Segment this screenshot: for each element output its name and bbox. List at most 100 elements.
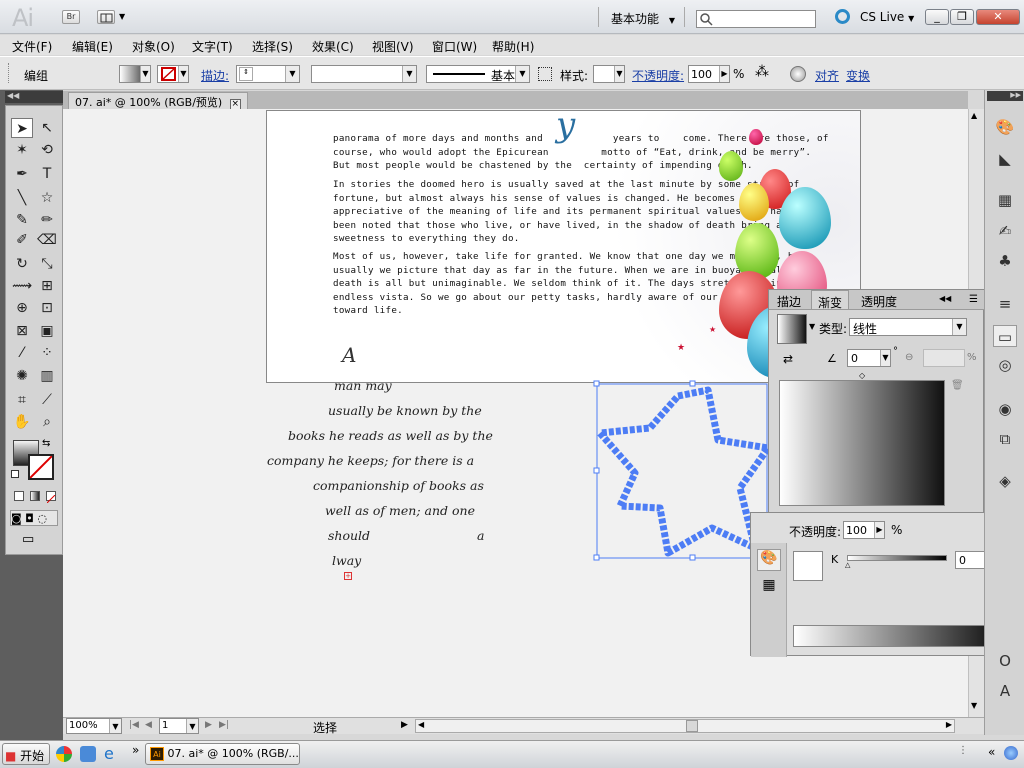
more-quicklaunch-icon[interactable]: »	[132, 743, 139, 757]
live-paint-tool-icon[interactable]: ⊡	[36, 298, 58, 318]
menu-object[interactable]: 对象(O)	[132, 38, 175, 55]
fill-color-box[interactable]	[793, 551, 823, 581]
star-tool-icon[interactable]: ☆	[36, 188, 58, 208]
gradient-icon[interactable]: ▭	[993, 325, 1017, 347]
blob-brush-tool-icon[interactable]: ✐	[11, 230, 33, 250]
first-artboard-icon[interactable]: |◀	[129, 720, 139, 730]
graphic-styles-icon[interactable]: ⧉	[993, 428, 1017, 450]
angle-input[interactable]: 0 ▼	[847, 349, 891, 367]
opacity-input[interactable]: 100 ▶	[688, 65, 730, 83]
eraser-tool-icon[interactable]: ⌫	[36, 230, 58, 250]
tab-stroke[interactable]: 描边	[771, 290, 807, 309]
opentype-icon[interactable]: O	[993, 650, 1017, 672]
screen-mode-icon[interactable]: ▭	[22, 532, 46, 548]
menu-effect[interactable]: 效果(C)	[312, 38, 354, 55]
help-search-input[interactable]	[696, 10, 816, 28]
lasso-tool-icon[interactable]: ⟲	[36, 140, 58, 160]
scroll-up-icon[interactable]: ▲	[971, 111, 977, 120]
cs-live-button[interactable]: CS Live ▼	[860, 10, 914, 24]
menu-window[interactable]: 窗口(W)	[432, 38, 477, 55]
recolor-artwork-icon[interactable]: ⁂	[755, 64, 779, 84]
symbols-icon[interactable]: ♣	[993, 250, 1017, 272]
symbol-options-icon[interactable]	[538, 67, 552, 81]
variable-width-profile[interactable]: ▼	[311, 65, 417, 83]
document-setup-icon[interactable]	[790, 66, 806, 82]
graphic-style-swatch[interactable]: ▼	[593, 65, 625, 83]
menu-edit[interactable]: 编辑(E)	[72, 38, 113, 55]
rotate-tool-icon[interactable]: ↻	[11, 254, 33, 274]
chevron-down-icon[interactable]: ▼	[809, 322, 815, 331]
start-button[interactable]: ■ 开始	[2, 743, 50, 765]
swatches-panel-icon[interactable]: ▦	[757, 577, 781, 597]
scroll-right-icon[interactable]: ▶	[946, 720, 952, 729]
collapse-panel-icon[interactable]: ◀◀	[939, 294, 951, 303]
brush-definition[interactable]: 基本 ▼	[426, 65, 530, 83]
menu-type[interactable]: 文字(T)	[192, 38, 233, 55]
menu-file[interactable]: 文件(F)	[12, 38, 52, 55]
arrange-dropdown-icon[interactable]: ▼	[119, 12, 125, 21]
eyedropper-tool-icon[interactable]: ⁄	[11, 343, 33, 363]
gradient-tool-icon[interactable]: ▣	[36, 321, 58, 341]
appearance-icon[interactable]: ◉	[993, 398, 1017, 420]
tray-network-icon[interactable]	[1004, 746, 1018, 760]
stroke-swatch[interactable]: ▼	[157, 65, 189, 83]
internet-explorer-icon[interactable]: e	[104, 744, 114, 763]
stroke-weight-input[interactable]: ⇕ ▼	[236, 65, 300, 83]
restore-button[interactable]: ❐	[950, 9, 974, 25]
horizontal-scrollbar[interactable]: ◀ ▶	[415, 719, 955, 733]
default-colors-icon[interactable]	[11, 470, 19, 478]
color-guide-icon[interactable]: ◣	[993, 148, 1017, 170]
direct-selection-tool-icon[interactable]: ↖	[36, 118, 58, 138]
graph-tool-icon[interactable]: ▥	[36, 366, 58, 386]
magic-wand-tool-icon[interactable]: ✶	[11, 140, 33, 160]
previous-artboard-icon[interactable]: ◀	[145, 720, 152, 730]
color-panel-icon[interactable]: 🎨	[757, 549, 781, 571]
transform-link[interactable]: 变换	[846, 67, 870, 84]
brushes-icon[interactable]: ✍	[993, 220, 1017, 242]
paintbrush-tool-icon[interactable]: ✎	[11, 210, 33, 230]
tab-transparency[interactable]: 透明度	[855, 290, 903, 309]
mesh-tool-icon[interactable]: ⊠	[11, 321, 33, 341]
free-transform-tool-icon[interactable]: ⊞	[36, 276, 58, 296]
pencil-tool-icon[interactable]: ✏	[36, 210, 58, 230]
shape-builder-tool-icon[interactable]: ⊕	[11, 298, 33, 318]
tray-expand-icon[interactable]: «	[988, 745, 995, 759]
menu-help[interactable]: 帮助(H)	[492, 38, 534, 55]
blend-tool-icon[interactable]: ⁘	[36, 343, 58, 363]
tools-panel-header[interactable]: ◀◀	[5, 91, 63, 103]
midpoint-marker-icon[interactable]: ◇	[859, 371, 865, 380]
layers-icon[interactable]: ◈	[993, 470, 1017, 492]
symbol-sprayer-tool-icon[interactable]: ✺	[11, 366, 33, 386]
stroke-icon[interactable]: ≡	[993, 293, 1017, 315]
align-link[interactable]: 对齐	[815, 67, 839, 84]
line-tool-icon[interactable]: ╲	[11, 188, 33, 208]
scroll-down-icon[interactable]: ▼	[971, 701, 977, 710]
scale-tool-icon[interactable]: ⤡	[36, 254, 58, 274]
none-mode-icon[interactable]	[46, 491, 56, 504]
swap-fill-stroke-icon[interactable]: ⇆	[42, 438, 50, 449]
selection-tool-icon[interactable]: ➤	[11, 118, 33, 138]
hand-tool-icon[interactable]: ✋	[11, 412, 33, 432]
status-menu-icon[interactable]: ▶	[401, 720, 408, 730]
color-panel-icon[interactable]: 🎨	[993, 116, 1017, 138]
character-icon[interactable]: A	[993, 680, 1017, 702]
swatches-icon[interactable]: ▦	[993, 189, 1017, 211]
color-spectrum[interactable]	[793, 625, 1013, 647]
color-mode-icon[interactable]	[14, 491, 24, 501]
panel-menu-icon[interactable]: ☰	[969, 294, 978, 305]
gradient-mode-icon[interactable]	[30, 491, 40, 501]
slider-thumb-icon[interactable]: △	[845, 561, 850, 569]
bridge-button[interactable]: Br	[62, 10, 80, 24]
artboard-number-select[interactable]: 1 ▼	[159, 718, 199, 734]
last-artboard-icon[interactable]: ▶|	[219, 720, 229, 730]
minimize-button[interactable]: _	[925, 9, 949, 25]
transparency-icon[interactable]: ◎	[993, 354, 1017, 376]
stroke-link[interactable]: 描边:	[201, 67, 229, 84]
artboard-tool-icon[interactable]: ⌗	[11, 390, 33, 410]
width-tool-icon[interactable]: ⟿	[11, 276, 33, 296]
quicklaunch-app-icon[interactable]	[80, 746, 96, 762]
text-overflow-icon[interactable]: +	[344, 572, 352, 580]
k-slider[interactable]	[847, 555, 947, 561]
delete-stop-icon[interactable]: 🗑	[951, 380, 964, 391]
drawing-modes[interactable]: ◙ ◘ ◌	[10, 510, 58, 526]
